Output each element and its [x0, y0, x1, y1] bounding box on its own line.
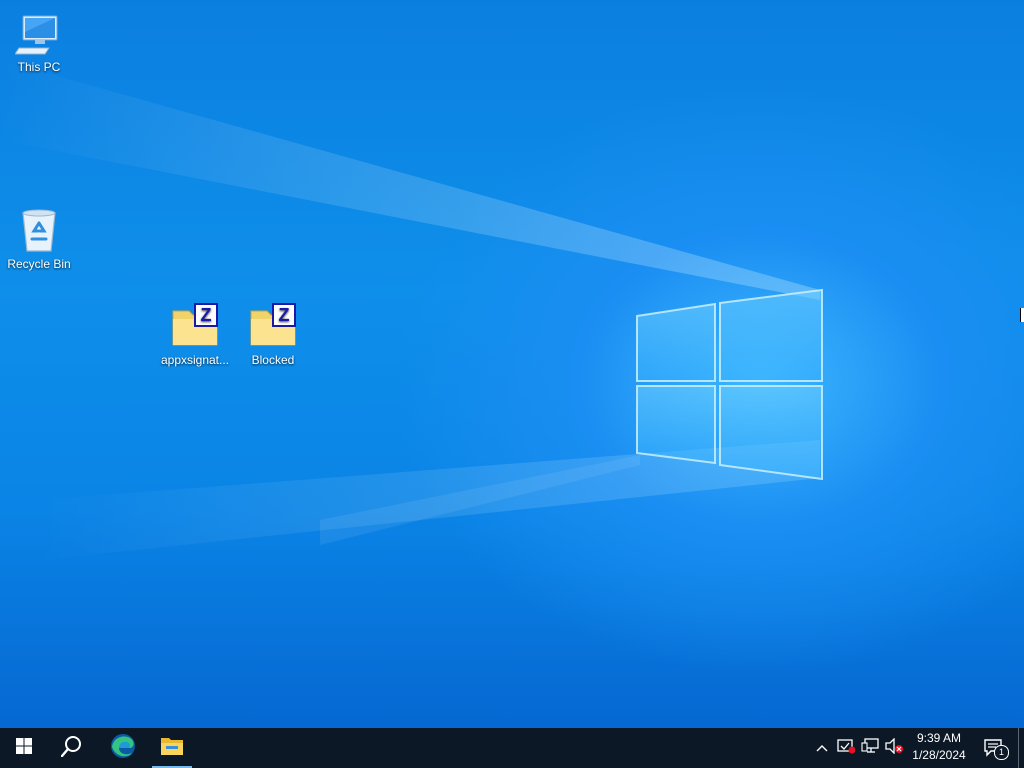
action-center-button[interactable]: 1: [980, 728, 1009, 768]
show-desktop-button[interactable]: [1018, 728, 1024, 768]
tray-security-button[interactable]: [834, 728, 858, 768]
tray-volume-button[interactable]: [882, 728, 906, 768]
volume-muted-icon: [884, 736, 904, 759]
svg-text:Z: Z: [279, 305, 290, 325]
zip-folder-icon: Z: [171, 303, 219, 351]
desktop-icon-label: appxsignat...: [160, 353, 230, 367]
show-hidden-icons-button[interactable]: [810, 728, 834, 768]
zip-folder-icon: Z: [249, 303, 297, 351]
desktop-icon-appxsignature-zip[interactable]: Z appxsignat...: [157, 303, 233, 367]
desktop-icon-this-pc[interactable]: This PC: [1, 10, 77, 74]
desktop-icon-recycle-bin[interactable]: Recycle Bin: [1, 207, 77, 271]
desktop-icon-blocked-zip[interactable]: Z Blocked: [235, 303, 311, 367]
computer-icon: [14, 10, 63, 58]
edge-icon: [110, 733, 136, 764]
taskbar-file-explorer-button[interactable]: [148, 728, 196, 768]
search-button[interactable]: [48, 728, 96, 768]
taskbar: 9:39 AM 1/28/2024 1: [0, 728, 1024, 768]
chevron-up-icon: [816, 739, 828, 757]
windows-start-icon: [16, 737, 32, 759]
desktop-icon-label: Blocked: [251, 353, 295, 367]
svg-text:Z: Z: [201, 305, 212, 325]
recycle-bin-icon: [15, 207, 63, 255]
desktop[interactable]: This PC Recycle Bin Z appxsignat... Z Bl…: [0, 0, 1024, 728]
tray-network-button[interactable]: [858, 728, 882, 768]
search-icon: [60, 735, 83, 762]
clock-time: 9:39 AM: [916, 731, 962, 745]
taskbar-edge-button[interactable]: [99, 728, 147, 768]
notifications-icon: 1: [983, 738, 1009, 760]
desktop-icon-label: This PC: [17, 60, 61, 74]
network-icon: [861, 737, 879, 759]
mouse-cursor: [1020, 308, 1024, 322]
file-explorer-icon: [160, 735, 184, 762]
clock-date: 1/28/2024: [912, 748, 966, 762]
start-button[interactable]: [0, 728, 48, 768]
wallpaper-windows-logo: [0, 60, 823, 560]
taskbar-clock[interactable]: 9:39 AM 1/28/2024: [904, 730, 974, 764]
notification-count-badge: 1: [994, 745, 1009, 760]
security-icon: [837, 738, 856, 759]
desktop-icon-label: Recycle Bin: [7, 257, 71, 271]
